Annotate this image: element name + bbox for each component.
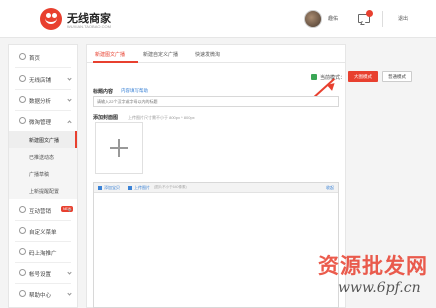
sidebar-item-label: 互动营销 [29,209,52,215]
baby-icon [98,186,102,190]
sidebar-item-label: 数据分析 [29,99,52,105]
add-baby-button[interactable]: 添加宝贝 [104,185,120,191]
home-icon [19,53,26,60]
content-editor[interactable]: 添加宝贝 上传图片 (图片不小于640像素) 收起 [93,182,339,308]
sidebar: 首页 无线店铺 数据分析 微淘管理 新建图文广播 已推送动态 广播草稿 上新提醒… [8,44,78,308]
message-badge [366,10,373,17]
watermark-url: www.6pf.cn [338,280,421,296]
upload-image-button[interactable]: 上传图片 [134,185,150,191]
image-icon [128,186,132,190]
sidebar-subitem-new-broadcast[interactable]: 新建图文广播 [9,131,77,148]
sidebar-subitem-drafts[interactable]: 广播草稿 [9,165,77,182]
user-avatar[interactable] [304,10,322,28]
chevron-down-icon [67,270,72,275]
tab-new-custom-broadcast[interactable]: 新建自定义广播 [143,51,178,58]
plus-icon-vertical [118,139,120,157]
header-divider [382,11,383,27]
sidebar-item-help-center[interactable]: 帮助中心 [9,284,77,304]
normal-mode-button[interactable]: 普通模式 [382,71,412,82]
cover-label: 添加封面图 [93,115,119,121]
title-label: 标题内容 [93,89,114,95]
sidebar-item-label: 无线店铺 [29,78,52,84]
sidebar-item-data-analysis[interactable]: 数据分析 [9,90,77,110]
collapse-toolbar-button[interactable]: 收起 [326,185,334,191]
mode-info-icon [311,74,317,80]
chevron-down-icon [67,76,72,81]
sidebar-item-label: 自定义菜单 [29,230,57,236]
marketing-icon [19,206,26,213]
settings-icon [19,269,26,276]
editor-toolbar: 添加宝贝 上传图片 (图片不小于640像素) 收起 [94,183,338,193]
logout-link[interactable]: 退出 [398,15,408,22]
sidebar-subitem-label: 广播草稿 [29,172,50,178]
qr-code-icon [19,248,26,255]
username-link[interactable]: 趣佑 [328,15,338,22]
chart-icon [19,96,26,103]
sidebar-item-wireless-shop[interactable]: 无线店铺 [9,69,77,89]
cover-size-hint: 上传图片尺寸需不小于 800px * 800px [128,115,195,120]
weitao-icon [19,117,26,124]
tab-new-image-broadcast[interactable]: 新建图文广播 [95,51,125,58]
sidebar-subitem-pushed[interactable]: 已推送动态 [9,148,77,165]
chevron-down-icon [67,291,72,296]
title-help-link[interactable]: 内容填写帮助 [121,88,148,94]
top-header: 无线商家 WUXIAN.TAOBAO.COM 趣佑 退出 [0,0,436,38]
sidebar-item-label: 帮助中心 [29,293,52,299]
sidebar-item-label: 微淘管理 [29,120,52,126]
brand-logo[interactable] [40,8,62,30]
sidebar-item-label: 帐号设置 [29,272,52,278]
sidebar-item-account-settings[interactable]: 帐号设置 [9,263,77,283]
menu-icon [19,227,26,234]
sidebar-item-interactive-marketing[interactable]: 互动营销 NEW [9,200,77,220]
divider [15,67,71,68]
chevron-down-icon [67,97,72,102]
image-size-hint: (图片不小于640像素) [154,185,187,189]
brand-subtitle: WUXIAN.TAOBAO.COM [67,24,111,29]
sidebar-item-qr-promotion[interactable]: 码上淘推广 [9,242,77,262]
watermark-text: 资源批发网 [318,253,428,278]
chevron-up-icon [67,120,72,125]
title-input[interactable] [93,96,339,107]
help-icon [19,290,26,297]
shop-icon [19,75,26,82]
sidebar-item-home[interactable]: 首页 [9,47,77,67]
sidebar-item-label: 码上淘推广 [29,251,57,257]
sidebar-subitem-label: 上新提醒配置 [29,189,60,195]
tab-quick-post[interactable]: 快速发微淘 [195,51,220,58]
sidebar-subitem-label: 已推送动态 [29,155,55,161]
tab-bar: 新建图文广播 新建自定义广播 快速发微淘 [87,45,345,63]
sidebar-item-custom-menu[interactable]: 自定义菜单 [9,221,77,241]
sidebar-item-weitao[interactable]: 微淘管理 [9,111,77,131]
big-image-mode-button[interactable]: 大图模式 [348,71,378,82]
sidebar-item-label: 首页 [29,56,41,62]
sidebar-subitem-label: 新建图文广播 [29,138,60,144]
sidebar-subitem-new-arrival-config[interactable]: 上新提醒配置 [9,182,77,199]
active-tab-indicator [93,61,138,63]
